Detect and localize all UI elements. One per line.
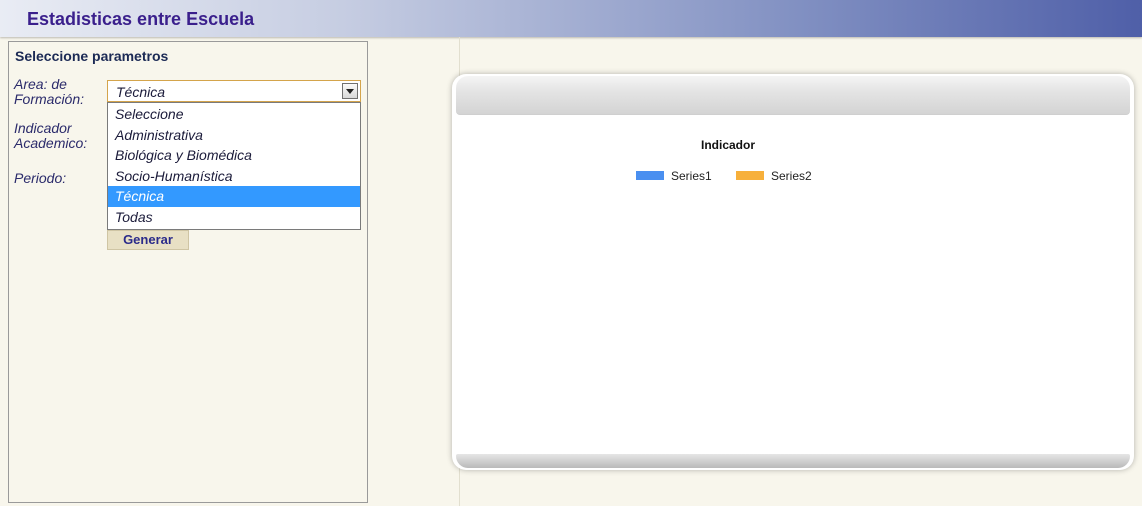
parameters-panel: Seleccione parametros Area: de Formación… [8,41,368,503]
generate-button[interactable]: Generar [107,230,189,250]
area-option[interactable]: Seleccione [108,104,360,125]
chart-frame: Indicador Series1 Series2 [452,74,1134,470]
legend-label: Series2 [771,169,812,183]
area-dropdown-list: Seleccione Administrativa Biológica y Biom… [107,102,361,230]
legend-swatch [736,171,764,181]
area-option[interactable]: Administrativa [108,125,360,146]
area-select-value: Técnica [116,84,166,100]
area-option[interactable]: Socio-Humanística [108,166,360,187]
chart-top-bar [456,76,1130,115]
area-label: Area: de Formación: [14,76,85,107]
indicador-label: Indicador Academico: [14,120,88,151]
area-select[interactable]: Técnica [107,80,361,102]
chart-title: Indicador [700,138,755,152]
area-option[interactable]: Biológica y Biomédica [108,145,360,166]
chevron-down-icon[interactable] [342,83,358,99]
area-option[interactable]: Todas [108,207,360,228]
panel-title: Seleccione parametros [15,48,169,64]
page-header: Estadisticas entre Escuela [0,0,1142,37]
page-title: Estadisticas entre Escuela [27,9,255,29]
legend-item: Series2 [736,169,812,183]
legend-label: Series1 [671,169,712,183]
legend-swatch [636,171,664,181]
chart-bottom-bar [456,454,1130,468]
periodo-label: Periodo: [14,170,67,186]
area-option[interactable]: Técnica [108,186,360,207]
legend-item: Series1 [636,169,712,183]
